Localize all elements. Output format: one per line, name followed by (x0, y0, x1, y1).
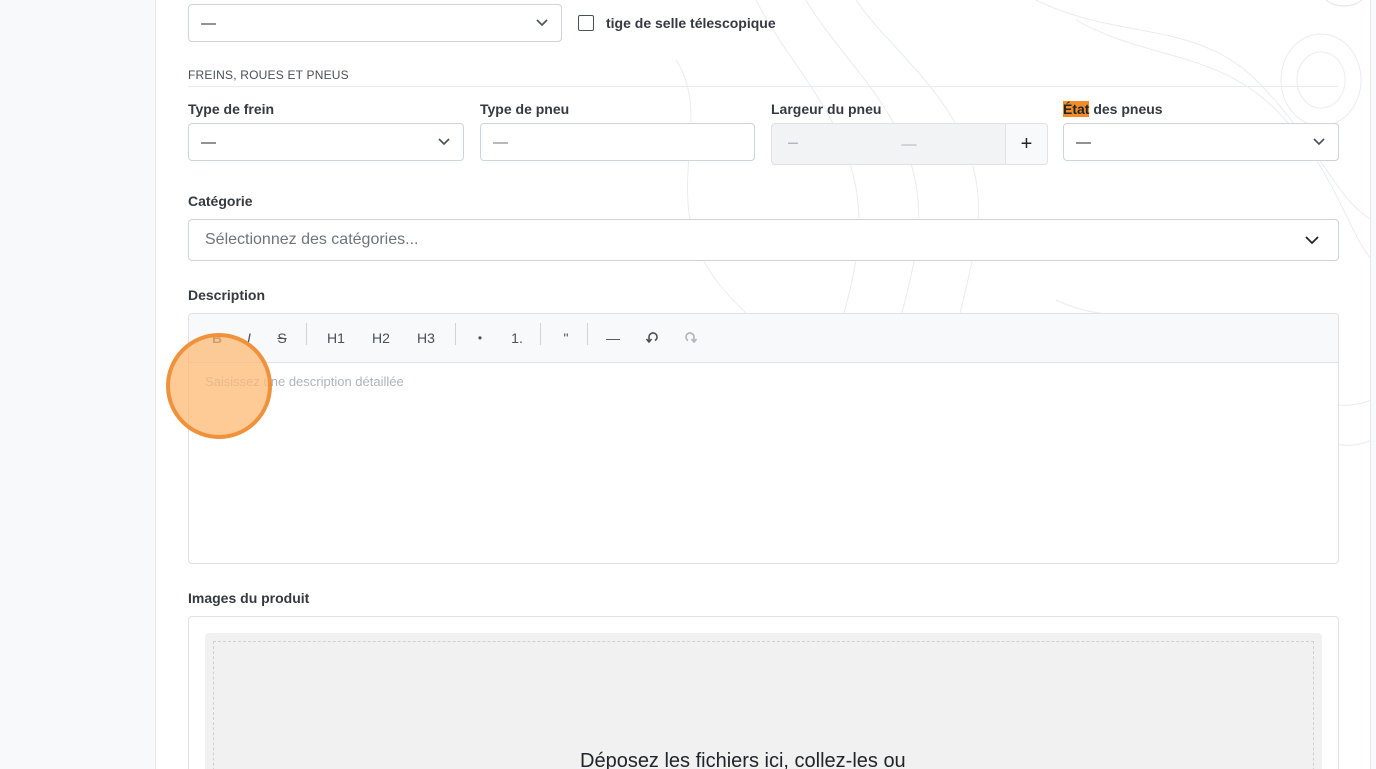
section-divider (188, 86, 1338, 87)
brake-type-value: — (201, 133, 216, 151)
section-title: FREINS, ROUES ET PNEUS (188, 68, 349, 82)
chevron-down-icon (1313, 138, 1325, 146)
blockquote-button[interactable]: " (556, 326, 576, 350)
heading-1-button[interactable]: H1 (326, 326, 346, 350)
click-indicator (166, 333, 272, 439)
chevron-down-icon (1305, 236, 1319, 245)
toolbar-separator (587, 323, 588, 345)
category-multiselect[interactable]: Sélectionnez des catégories... (188, 219, 1339, 261)
images-container: Déposez les fichiers ici, collez-les ou (188, 616, 1339, 769)
tire-condition-select[interactable]: — (1063, 123, 1339, 161)
tire-condition-value: — (1076, 133, 1091, 151)
tire-condition-label-rest: des pneus (1089, 101, 1163, 117)
strikethrough-button[interactable]: S (272, 326, 292, 350)
chevron-down-icon (438, 138, 450, 146)
right-gutter (1371, 0, 1376, 769)
brake-type-select[interactable]: — (188, 123, 464, 161)
toolbar-separator (540, 323, 541, 345)
top-select-value: — (201, 14, 216, 32)
tire-width-label: Largeur du pneu (771, 101, 882, 117)
heading-2-button[interactable]: H2 (371, 326, 391, 350)
category-label: Catégorie (188, 193, 253, 209)
tire-width-value[interactable]: — (814, 124, 1004, 164)
editor-toolbar: B I S H1 H2 H3 • 1. " — (189, 314, 1338, 363)
tire-condition-label: État des pneus (1063, 101, 1163, 117)
tire-type-input[interactable] (480, 123, 755, 161)
dropper-post-checkbox[interactable] (578, 15, 594, 31)
horizontal-rule-button[interactable]: — (603, 326, 623, 350)
bullet-list-button[interactable]: • (470, 326, 490, 350)
redo-button[interactable] (681, 326, 701, 350)
increment-button[interactable]: + (1005, 124, 1047, 164)
top-select[interactable]: — (188, 4, 562, 42)
heading-3-button[interactable]: H3 (416, 326, 436, 350)
category-placeholder: Sélectionnez des catégories... (205, 231, 419, 248)
undo-button[interactable] (642, 326, 662, 350)
chevron-down-icon (536, 19, 548, 27)
topo-arc (1326, 0, 1363, 7)
redo-icon (685, 332, 698, 344)
left-gutter (0, 0, 155, 769)
toolbar-separator (455, 323, 456, 345)
images-label: Images du produit (188, 590, 310, 606)
dropper-post-label: tige de selle télescopique (606, 15, 776, 31)
dropzone-text: Déposez les fichiers ici, collez-les ou (580, 750, 906, 769)
brake-type-label: Type de frein (188, 101, 275, 117)
undo-icon (645, 332, 658, 344)
ordered-list-button[interactable]: 1. (507, 326, 527, 350)
tire-width-stepper[interactable]: − — + (771, 123, 1048, 165)
decrement-button[interactable]: − (772, 124, 814, 164)
tire-type-label: Type de pneu (480, 101, 570, 117)
form-panel: — tige de selle télescopique FREINS, ROU… (155, 0, 1371, 769)
description-editor[interactable]: B I S H1 H2 H3 • 1. " — Saisissez une de… (188, 313, 1339, 564)
highlighted-word: État (1063, 101, 1090, 117)
toolbar-separator (306, 323, 307, 345)
dropzone[interactable]: Déposez les fichiers ici, collez-les ou (205, 633, 1322, 769)
description-label: Description (188, 287, 266, 303)
